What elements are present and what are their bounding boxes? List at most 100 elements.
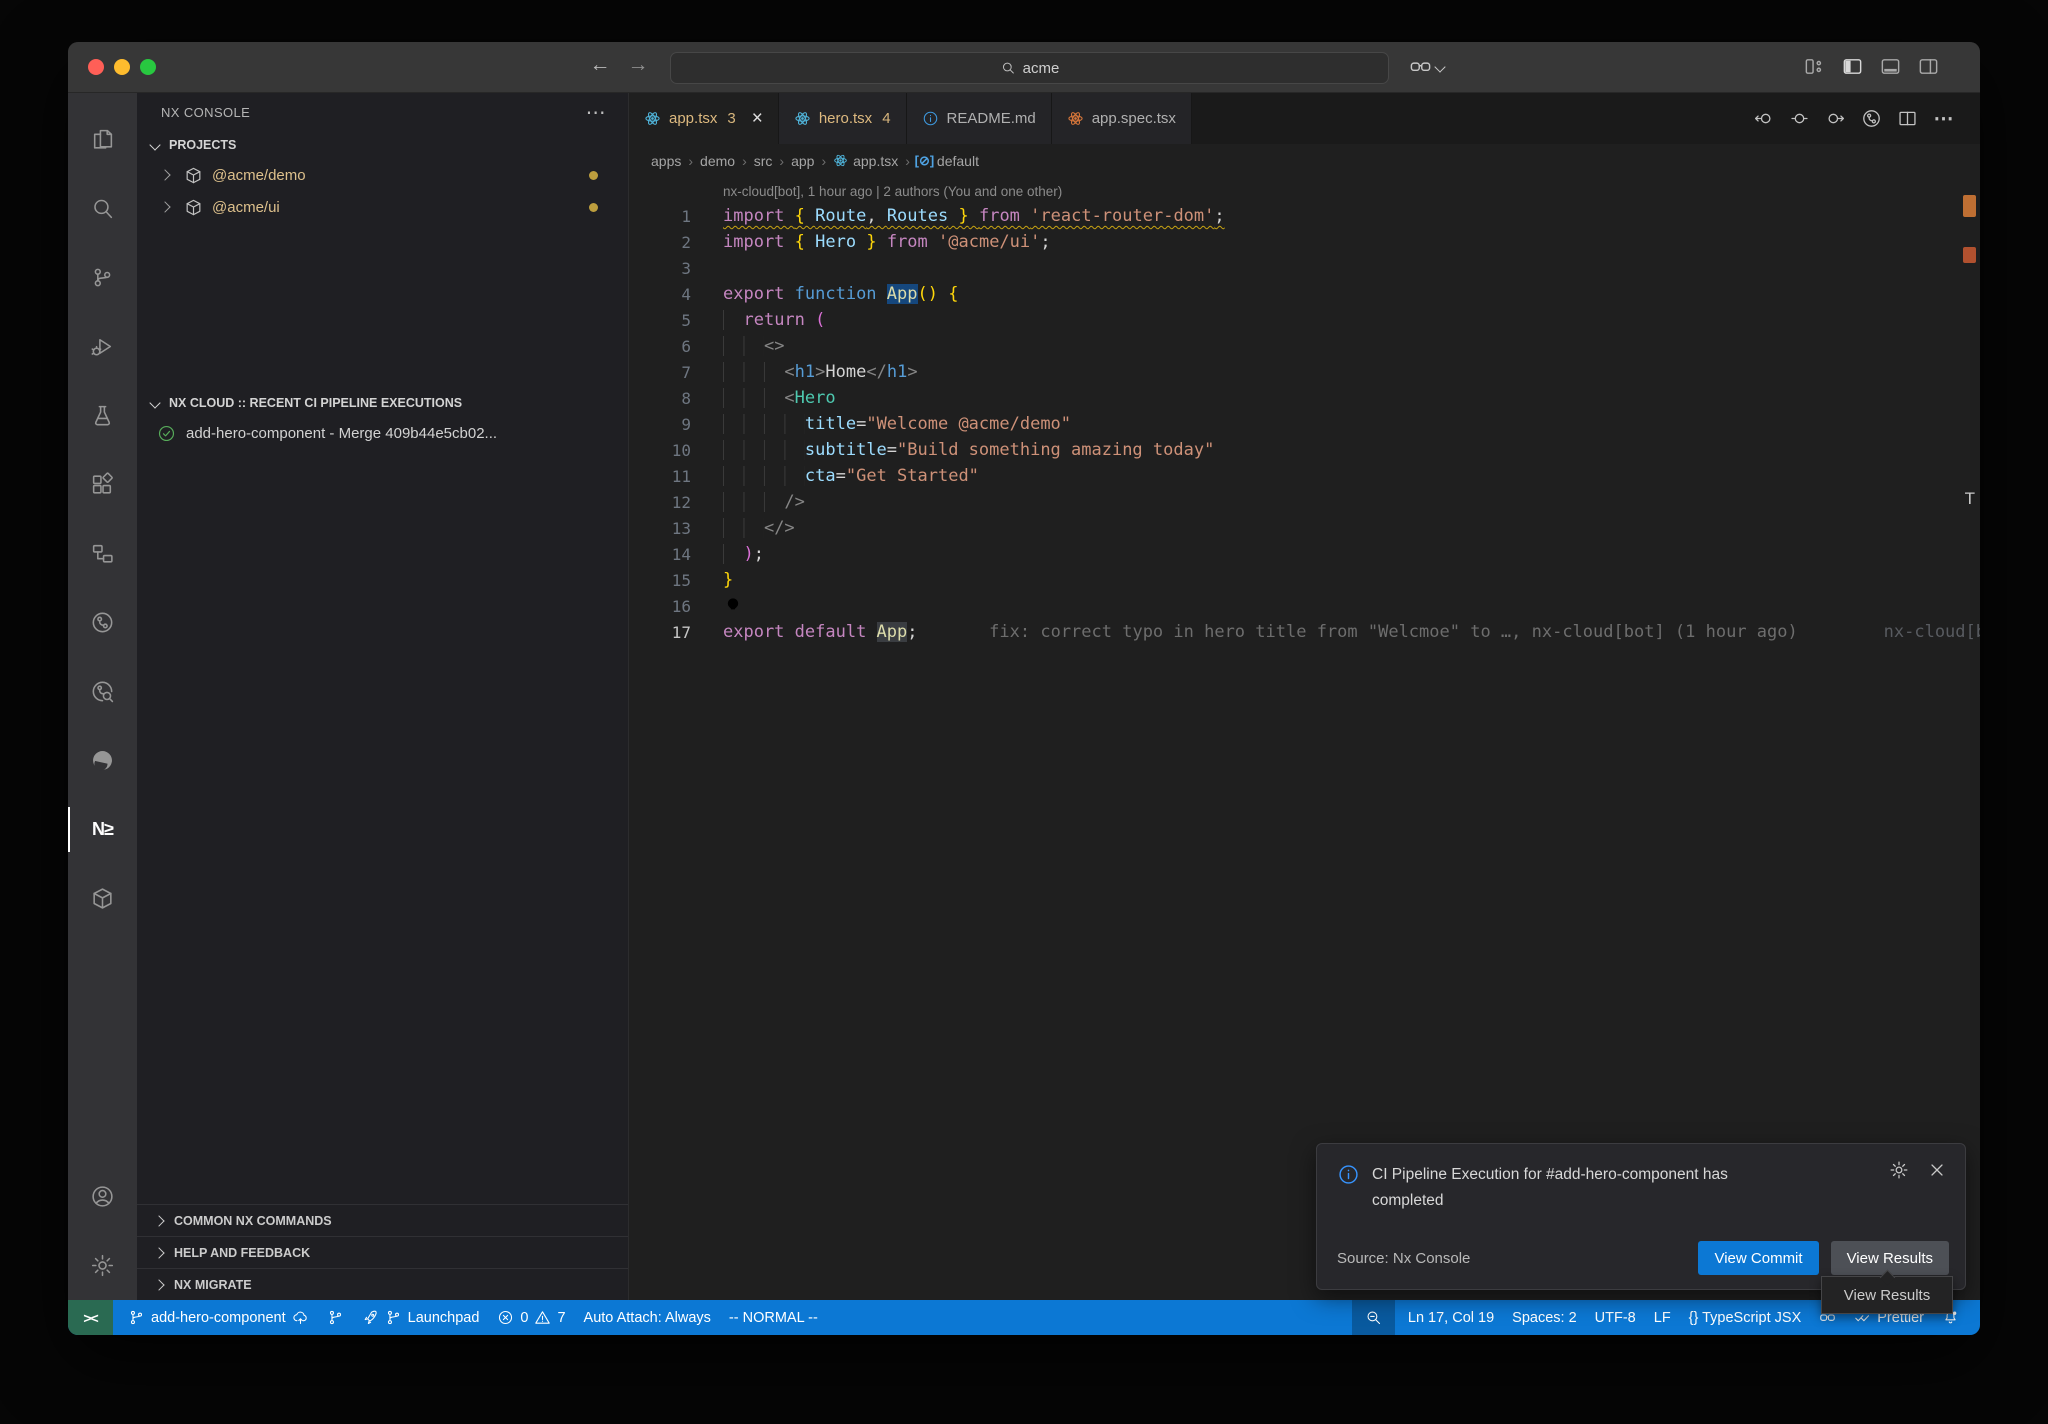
view-results-button[interactable]: View Results [1831, 1241, 1949, 1275]
status-zoom-indicator[interactable] [1352, 1300, 1395, 1335]
info-icon [922, 110, 939, 127]
activity-item-extensions[interactable] [68, 450, 137, 519]
status-text: 0 [520, 1310, 528, 1326]
activity-item-search[interactable] [68, 174, 137, 243]
status-text: Spaces: 2 [1512, 1310, 1577, 1326]
status-git-branch[interactable]: add-hero-component [119, 1300, 318, 1335]
pipeline-execution-item[interactable]: add-hero-component - Merge 409b44e5cb02.… [137, 417, 628, 449]
line-number: 9 [629, 415, 691, 434]
history-back-button[interactable]: ← [585, 53, 615, 77]
status-language-mode[interactable]: {} TypeScript JSX [1680, 1300, 1811, 1335]
breadcrumb-item-app.tsx[interactable]: app.tsx [833, 153, 898, 169]
code-text: </> [723, 518, 795, 538]
split-editor-icon[interactable] [1897, 108, 1918, 129]
status-problems[interactable]: 07 [488, 1300, 574, 1335]
breadcrumb-separator: › [688, 153, 693, 169]
zoom-window-button[interactable] [140, 59, 156, 75]
activity-item-nx-console[interactable]: N≥ [68, 795, 137, 864]
gitlens-icon [90, 610, 115, 635]
open-change-icon[interactable] [1789, 108, 1810, 129]
section-label: COMMON NX COMMANDS [174, 1214, 332, 1228]
toggle-panel-icon[interactable] [1879, 55, 1902, 78]
copilot-menu-button[interactable] [1409, 55, 1446, 78]
package-icon [184, 166, 203, 185]
tab-app.tsx[interactable]: app.tsx3× [629, 93, 779, 144]
activity-item-gitlens[interactable] [68, 588, 137, 657]
activity-item-commit-graph[interactable] [68, 657, 137, 726]
close-window-button[interactable] [88, 59, 104, 75]
code-token: Hero [795, 388, 836, 408]
minimize-window-button[interactable] [114, 59, 130, 75]
project-item[interactable]: @acme/ui [137, 191, 628, 223]
breadcrumb-item-src[interactable]: src [754, 153, 773, 169]
line-number: 13 [629, 519, 691, 538]
breadcrumb[interactable]: apps›demo›src›app›app.tsx›[⊘]default [629, 144, 1980, 177]
status-vim-mode[interactable]: -- NORMAL -- [720, 1300, 827, 1335]
breadcrumb-item-demo[interactable]: demo [700, 153, 735, 169]
sidebar-section-common-nx-commands[interactable]: COMMON NX COMMANDS [137, 1204, 628, 1236]
activity-item-references[interactable] [68, 519, 137, 588]
close-icon[interactable] [1927, 1160, 1947, 1180]
sidebar-nx-console: NX CONSOLE ⋯ PROJECTS @acme/demo@acme/ui… [137, 93, 629, 1300]
activity-item-edge-tools[interactable] [68, 726, 137, 795]
project-item[interactable]: @acme/demo [137, 159, 628, 191]
line-number: 4 [629, 285, 691, 304]
warning-squiggle: import { Route, Routes } from 'react-rou… [723, 206, 1225, 226]
command-center-search[interactable]: acme [670, 52, 1389, 84]
previous-change-icon[interactable] [1753, 108, 1774, 129]
breadcrumb-separator: › [905, 153, 910, 169]
activity-item-explorer[interactable] [68, 105, 137, 174]
code-editor[interactable]: nx-cloud[bot], 1 hour ago | 2 authors (Y… [629, 177, 1980, 1300]
history-forward-button[interactable]: → [623, 53, 653, 77]
status-commit-graph[interactable] [318, 1300, 353, 1335]
sidebar-section-nx-migrate[interactable]: NX MIGRATE [137, 1268, 628, 1300]
project-graph-icon [90, 886, 115, 911]
status-encoding[interactable]: UTF-8 [1586, 1300, 1645, 1335]
customize-layout-icon[interactable] [1803, 55, 1826, 78]
tab-hero.tsx[interactable]: hero.tsx4 [779, 93, 907, 144]
projects-section-header[interactable]: PROJECTS [137, 131, 628, 159]
breadcrumb-item-apps[interactable]: apps [651, 153, 681, 169]
status-launchpad[interactable]: Launchpad [353, 1300, 489, 1335]
toggle-primary-sidebar-icon[interactable] [1841, 55, 1864, 78]
toggle-secondary-sidebar-icon[interactable] [1917, 55, 1940, 78]
sidebar-section-help-and-feedback[interactable]: HELP AND FEEDBACK [137, 1236, 628, 1268]
activity-item-run-and-debug[interactable] [68, 312, 137, 381]
status-cursor-position[interactable]: Ln 17, Col 19 [1399, 1300, 1503, 1335]
activity-item-source-control[interactable] [68, 243, 137, 312]
more-actions-icon[interactable]: ⋯ [586, 100, 606, 125]
lightbulb-icon[interactable] [723, 596, 743, 616]
code-text: <h1>Home</h1> [723, 362, 918, 382]
status-auto-attach[interactable]: Auto Attach: Always [575, 1300, 720, 1335]
notification-settings-icon[interactable] [1889, 1160, 1909, 1180]
activity-item-accounts[interactable] [68, 1162, 137, 1231]
activity-item-settings[interactable] [68, 1231, 137, 1300]
nx-cloud-section-header[interactable]: NX CLOUD :: RECENT CI PIPELINE EXECUTION… [137, 389, 628, 417]
editor-actions: ⋯ [1753, 93, 1980, 144]
status-remote-indicator[interactable]: >< [68, 1300, 113, 1335]
next-change-icon[interactable] [1825, 108, 1846, 129]
code-token: "Get Started" [846, 466, 979, 486]
gitlens-graph-icon[interactable] [1861, 108, 1882, 129]
activity-item-testing[interactable] [68, 381, 137, 450]
view-commit-button[interactable]: View Commit [1698, 1241, 1818, 1275]
code-token: () [918, 284, 938, 304]
branch-icon [327, 1309, 344, 1326]
breadcrumb-item-default[interactable]: [⊘]default [917, 153, 979, 169]
code-line: 3 [629, 255, 1980, 281]
status-indentation[interactable]: Spaces: 2 [1503, 1300, 1586, 1335]
commit-graph-icon [90, 679, 115, 704]
activity-item-project-graph[interactable] [68, 864, 137, 933]
status-eol[interactable]: LF [1645, 1300, 1680, 1335]
titlebar-layout-controls [1803, 55, 1940, 78]
breadcrumb-item-app[interactable]: app [791, 153, 814, 169]
overview-ruler-mark [1963, 247, 1976, 263]
more-actions-icon[interactable]: ⋯ [1933, 108, 1954, 129]
code-token: Routes [887, 206, 948, 226]
problems-badge: 3 [727, 110, 735, 127]
tab-app.spec.tsx[interactable]: app.spec.tsx [1052, 93, 1192, 144]
tab-README.md[interactable]: README.md [907, 93, 1052, 144]
close-icon[interactable]: × [752, 109, 763, 128]
code-token: 'react-router-dom' [1030, 206, 1214, 226]
code-token: title [805, 414, 856, 434]
